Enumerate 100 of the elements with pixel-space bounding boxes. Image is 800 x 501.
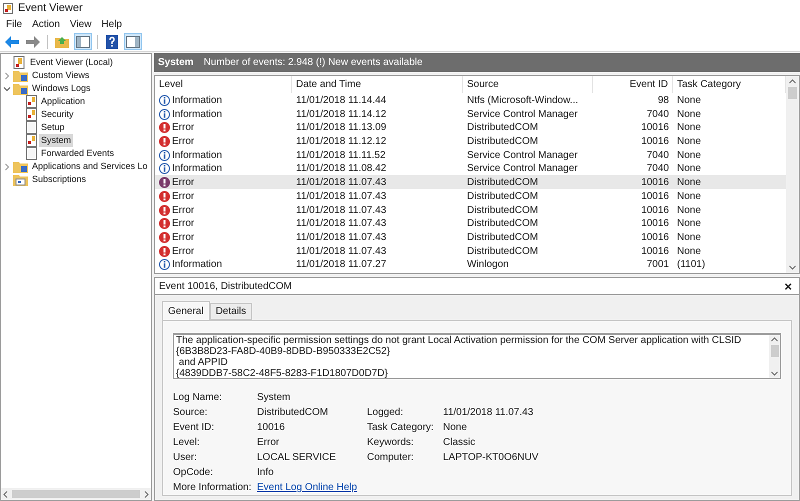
info-icon: [159, 259, 170, 270]
forward-button[interactable]: [24, 33, 42, 50]
table-cell-text: 11/01/2018 11.07.43: [295, 204, 388, 218]
log-summary: Number of events: 2.948 (!) New events available: [204, 56, 423, 70]
event-row[interactable]: Information 11/01/2018 11.08.42 Service Control Manager 7040 None: [155, 161, 786, 176]
field-label: Log Name:: [173, 391, 223, 405]
scroll-left-icon[interactable]: [3, 490, 8, 498]
log-icon: [13, 56, 26, 69]
tab[interactable]: General: [162, 301, 210, 320]
description-line: The application-specific permission settings do not grant Local Activation permission for the COM Server application with CLSID: [176, 335, 742, 346]
event-row[interactable]: Error 11/01/2018 11.07.43 DistributedCOM 10016 None: [155, 244, 786, 258]
event-row[interactable]: Error 11/01/2018 11.07.43 DistributedCOM 10016 None: [155, 202, 786, 216]
scroll-up-icon[interactable]: [771, 337, 778, 342]
menu-item[interactable]: Help: [97, 17, 126, 32]
field-label: Keywords:: [367, 436, 415, 450]
collapse-caret-icon[interactable]: [2, 84, 10, 92]
tree-item[interactable]: Windows Logs: [30, 82, 93, 96]
event-row[interactable]: Error 11/01/2018 11.12.12 DistributedCOM 10016 None: [155, 134, 786, 148]
table-cell-text: Service Control Manager: [466, 148, 579, 163]
close-button[interactable]: ×: [781, 280, 795, 292]
table-cell-text: 11/01/2018 11.14.12: [295, 108, 388, 122]
tree-item[interactable]: Applications and Services Lo: [30, 160, 150, 174]
table-cell-text: DistributedCOM: [466, 204, 540, 218]
tree-item[interactable]: Security: [39, 108, 76, 122]
description-line: {4839DDB7-58C2-48F5-8283-F1D1807D0D7D}: [176, 368, 389, 378]
menu-item[interactable]: View: [66, 17, 96, 32]
table-cell-text: Error: [172, 135, 194, 150]
menu-item[interactable]: File: [2, 17, 26, 32]
table-cell-text: None: [676, 148, 702, 163]
field-label: More Information:: [173, 481, 252, 495]
table-cell-text: 7040: [646, 162, 670, 176]
expand-caret-icon[interactable]: [2, 72, 10, 80]
tree-item[interactable]: Custom Views: [30, 68, 92, 82]
column-header[interactable]: Level: [155, 76, 292, 93]
help-link[interactable]: Event Log Online Help: [257, 480, 367, 495]
vertical-scrollbar[interactable]: [786, 76, 799, 273]
folder-icon: [13, 82, 28, 95]
log-icon: [26, 134, 37, 147]
table-cell-text: Error: [172, 230, 194, 245]
table-cell-text: 10016: [640, 217, 670, 232]
table-cell-text: Error: [172, 176, 194, 190]
event-row[interactable]: Error 11/01/2018 11.07.43 DistributedCOM 10016 None: [155, 230, 786, 244]
tree-button[interactable]: [74, 33, 92, 50]
tree-item[interactable]: Event Viewer (Local): [28, 56, 115, 70]
log-icon: [26, 108, 37, 121]
tree-item[interactable]: Setup: [39, 120, 67, 134]
log-icon: [26, 121, 37, 134]
table-cell-text: Service Control Manager: [466, 162, 579, 176]
table-cell-text: None: [676, 190, 702, 204]
field-value: Classic: [443, 436, 476, 450]
tree-item[interactable]: Application: [39, 94, 88, 108]
scrollbar-thumb[interactable]: [788, 87, 797, 99]
column-header[interactable]: Date and Time: [292, 76, 463, 93]
tree-item[interactable]: Subscriptions: [30, 172, 88, 186]
panel-icon: [126, 36, 140, 48]
field-label: Computer:: [367, 451, 415, 465]
table-cell-text: Error: [172, 121, 194, 136]
scroll-down-icon[interactable]: [789, 265, 796, 270]
scroll-up-icon[interactable]: [789, 79, 796, 84]
table-cell-text: DistributedCOM: [466, 230, 540, 245]
scroll-down-icon[interactable]: [771, 371, 778, 376]
column-header[interactable]: Event ID: [593, 76, 673, 93]
scrollbar-thumb[interactable]: [12, 490, 140, 498]
help-button[interactable]: [103, 33, 121, 50]
scroll-right-icon[interactable]: [144, 490, 149, 498]
table-cell-text: 11/01/2018 11.13.09: [295, 121, 388, 136]
horizontal-scrollbar[interactable]: [1, 488, 151, 500]
event-row[interactable]: Information 11/01/2018 11.14.12 Service Control Manager 7040 None: [155, 106, 786, 120]
table-cell-text: 10016: [640, 190, 670, 204]
tree-item[interactable]: System: [39, 134, 74, 148]
table-cell-text: (1101): [676, 258, 706, 272]
event-row[interactable]: Error 11/01/2018 11.07.43 DistributedCOM 10016 None: [155, 188, 786, 202]
tab[interactable]: Details: [210, 303, 252, 320]
table-cell-text: None: [676, 244, 702, 259]
expand-caret-icon[interactable]: [2, 162, 10, 170]
error-icon: [159, 122, 170, 134]
error-icon: [159, 190, 170, 202]
description-line: and APPID: [178, 357, 229, 368]
vertical-scrollbar[interactable]: [769, 335, 780, 378]
pane-button[interactable]: [124, 33, 142, 50]
event-row[interactable]: Error 11/01/2018 11.13.09 DistributedCOM 10016 None: [155, 120, 786, 134]
table-cell-text: DistributedCOM: [466, 190, 540, 204]
table-cell-text: DistributedCOM: [466, 176, 540, 190]
table-cell-text: Winlogon: [466, 258, 510, 272]
event-row[interactable]: Information 11/01/2018 11.07.27 Winlogon 7001 (1101): [155, 257, 786, 271]
event-row[interactable]: Information 11/01/2018 11.11.52 Service Control Manager 7040 None: [155, 148, 786, 162]
table-cell-text: 98: [656, 94, 670, 108]
event-row[interactable]: Information 11/01/2018 11.14.44 Ntfs (Microsoft-Window... 98 None: [155, 93, 786, 107]
error-icon: [159, 232, 170, 243]
table-cell-text: Ntfs (Microsoft-Window...: [466, 94, 580, 108]
event-row[interactable]: Error 11/01/2018 11.07.43 DistributedCOM 10016 None: [155, 175, 786, 189]
scrollbar-thumb[interactable]: [770, 345, 778, 357]
event-row[interactable]: Error 11/01/2018 11.07.43 DistributedCOM 10016 None: [155, 216, 786, 230]
log-icon: [26, 147, 37, 160]
tree-item[interactable]: Forwarded Events: [39, 146, 116, 160]
table-cell-text: None: [676, 162, 702, 176]
table-cell-text: None: [676, 108, 702, 122]
table-cell-text: 11/01/2018 11.07.43: [295, 190, 388, 204]
menu-item[interactable]: Action: [28, 17, 64, 32]
column-header[interactable]: Source: [463, 76, 593, 93]
